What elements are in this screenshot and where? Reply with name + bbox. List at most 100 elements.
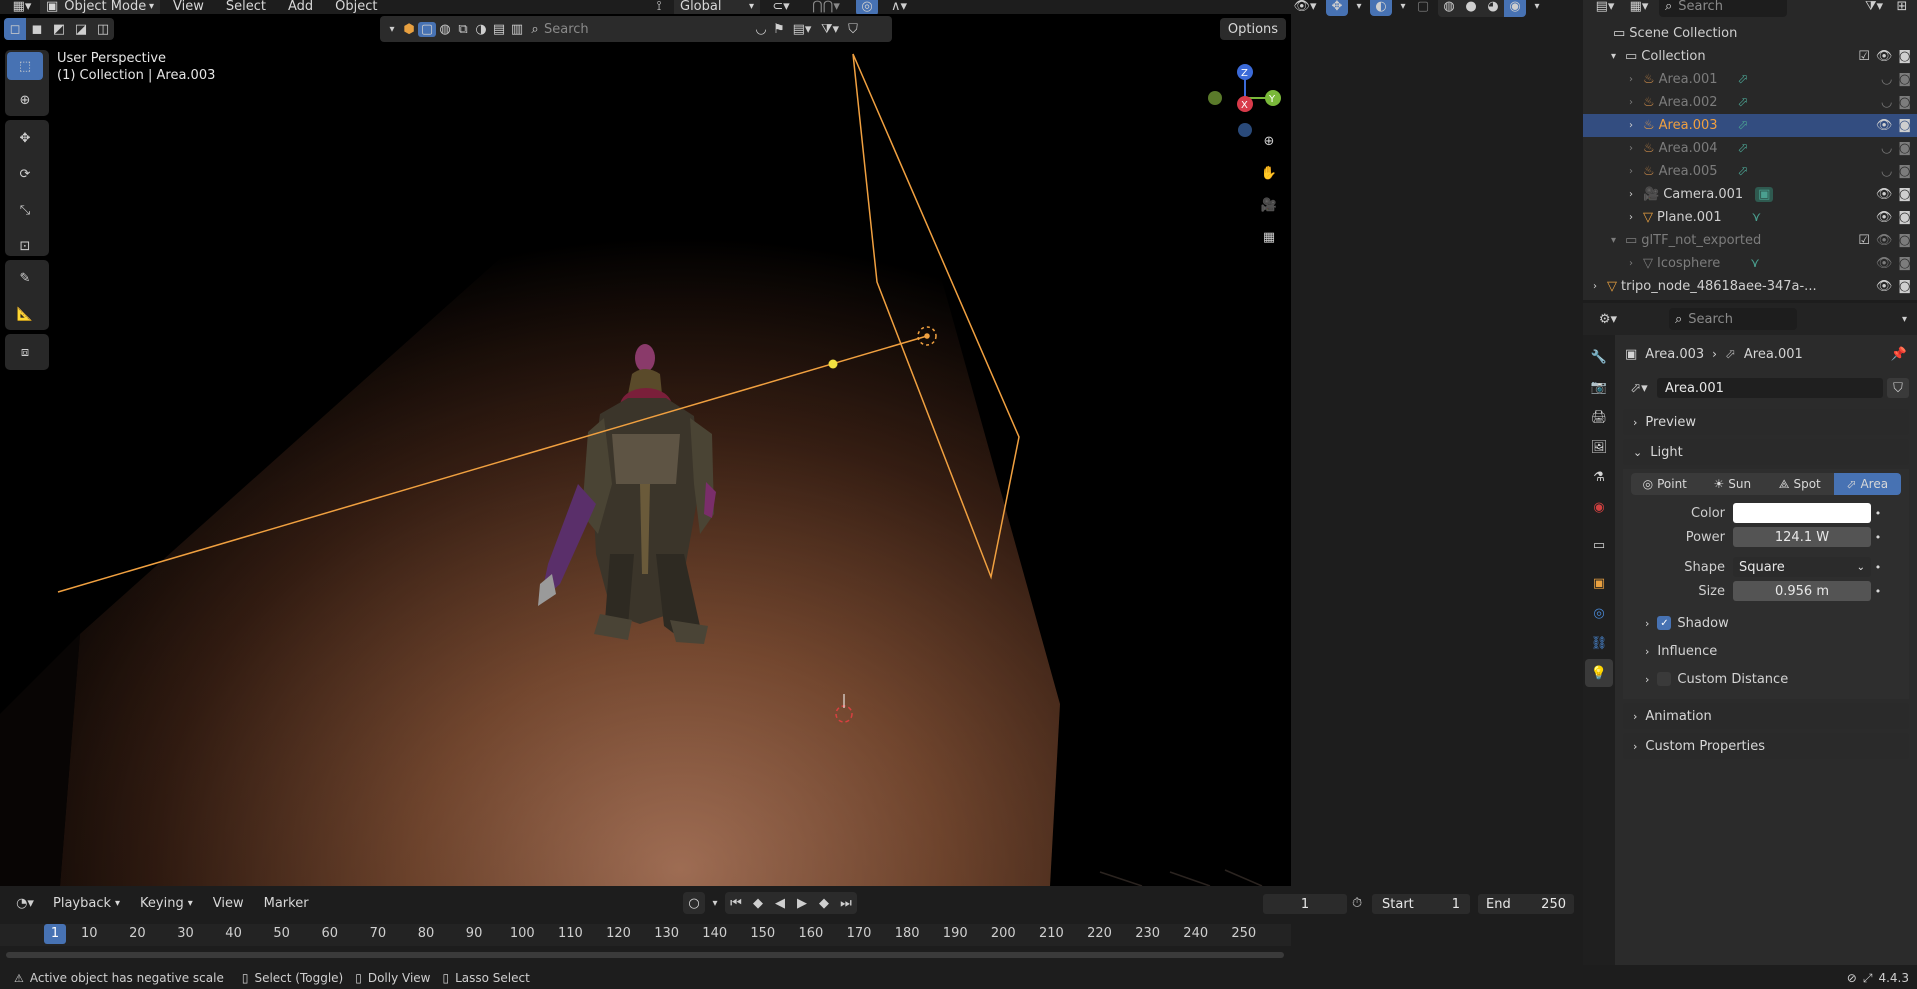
viewport-search-input[interactable]: Search: [544, 22, 752, 37]
light-type-sun[interactable]: ☀ Sun: [1698, 473, 1766, 495]
jump-start-icon[interactable]: ⏮: [725, 892, 747, 914]
physics-tab-icon[interactable]: ◎: [1585, 599, 1613, 627]
disclosure-icon[interactable]: ›: [1629, 212, 1643, 223]
material-shading-icon[interactable]: ◕: [1482, 0, 1504, 17]
camera-render-icon[interactable]: ◙: [1898, 187, 1911, 202]
falloff-icon[interactable]: ∧▾: [884, 0, 914, 14]
select-new-icon[interactable]: ◻: [4, 18, 26, 40]
camera-render-icon[interactable]: ◙: [1898, 233, 1911, 248]
light-target-handle[interactable]: [828, 359, 838, 369]
editor-type-icon[interactable]: ▦▾: [8, 0, 36, 14]
measure-tool-icon[interactable]: 📐: [5, 296, 45, 332]
next-keyframe-icon[interactable]: ◆: [813, 892, 835, 914]
custom-distance-subpanel[interactable]: › Custom Distance: [1623, 665, 1909, 693]
disclosure-icon[interactable]: ›: [1629, 143, 1643, 154]
eye-hidden-icon[interactable]: ◡: [1881, 72, 1892, 87]
add-cube-tool-icon[interactable]: ⧈: [5, 334, 45, 370]
mesh-filter-icon[interactable]: ▢: [418, 21, 436, 37]
display-mode-icon[interactable]: ▦▾: [1625, 0, 1653, 14]
transform-pivot-icon[interactable]: ⟟: [650, 0, 668, 14]
render-tab-icon[interactable]: 📷: [1585, 373, 1613, 401]
rendered-shading-icon[interactable]: ◉: [1504, 0, 1526, 17]
outliner-item-area-005[interactable]: › ♨ Area.005 ⬀ ◡ ◙: [1583, 160, 1917, 183]
light-type-spot[interactable]: ⟁ Spot: [1766, 473, 1834, 495]
select-intersect-icon[interactable]: ◫: [92, 18, 114, 40]
properties-search-input[interactable]: ⌕ Search: [1669, 308, 1797, 330]
disclosure-icon[interactable]: ›: [1629, 120, 1643, 131]
outliner-item-area-002[interactable]: › ♨ Area.002 ⬀ ◡ ◙: [1583, 91, 1917, 114]
disclosure-icon[interactable]: ›: [1629, 166, 1643, 177]
overlays-dropdown-icon[interactable]: ▾: [1398, 1, 1408, 12]
select-subtract-icon[interactable]: ◩: [48, 18, 70, 40]
magnet-icon[interactable]: ⋂⋂▾: [802, 0, 850, 14]
end-frame-field[interactable]: End 250: [1478, 894, 1574, 914]
camera-render-icon[interactable]: ◙: [1898, 279, 1911, 294]
outliner-item-icosphere[interactable]: › ▽ Icosphere ⋎ 👁 ◙: [1583, 252, 1917, 275]
world-filter-icon[interactable]: ◑: [472, 22, 490, 37]
tool-tab-icon[interactable]: 🔧: [1585, 343, 1613, 371]
outliner-item-gltf-not-exported[interactable]: ▾ ▭ glTF_not_exported ☑ 👁 ◙: [1583, 229, 1917, 252]
light-panel[interactable]: ⌄ Light: [1623, 439, 1909, 465]
filter-toggle-icon[interactable]: ◡: [752, 22, 770, 37]
playhead[interactable]: 1: [44, 924, 66, 944]
cursor-tool-icon[interactable]: ⊕: [5, 82, 45, 118]
chevron-down-icon[interactable]: ▾: [384, 24, 400, 35]
marker-menu[interactable]: Marker: [255, 892, 318, 914]
3d-viewport[interactable]: User Perspective (1) Collection | Area.0…: [0, 14, 1291, 886]
rotate-tool-icon[interactable]: ⟳: [5, 156, 45, 192]
gizmo-dropdown-icon[interactable]: ▾: [1354, 1, 1364, 12]
shape-dropdown[interactable]: Square ⌄: [1733, 557, 1871, 577]
checkbox-icon[interactable]: ☑: [1858, 233, 1870, 248]
object-tab-icon[interactable]: ▣: [1585, 569, 1613, 597]
output-tab-icon[interactable]: 🖨: [1585, 403, 1613, 431]
options-button[interactable]: Options: [1220, 18, 1286, 40]
move-tool-icon[interactable]: ✥: [5, 120, 45, 156]
camera-render-icon[interactable]: ◙: [1898, 256, 1911, 271]
display-mode-icon[interactable]: ▤▾: [788, 22, 816, 37]
xray-icon[interactable]: ▢: [1414, 0, 1432, 14]
solid-shading-icon[interactable]: ●: [1460, 0, 1482, 17]
camera-render-icon[interactable]: ◙: [1898, 210, 1911, 225]
outliner-item-tripo-node[interactable]: › ▽ tripo_node_48618aee-347a-... 👁 ◙: [1583, 275, 1917, 298]
select-box-tool-icon[interactable]: ⬚: [7, 52, 43, 80]
visibility-icon[interactable]: 👁▾: [1290, 0, 1320, 14]
datablock-name-field[interactable]: Area.001: [1657, 378, 1883, 398]
outliner-item-area-003[interactable]: › ♨ Area.003 ⬀ 👁 ◙: [1583, 114, 1917, 137]
timeline-view-menu[interactable]: View: [204, 892, 253, 914]
overlays-icon[interactable]: ◐: [1370, 0, 1392, 16]
sphere-filter-icon[interactable]: ◍: [436, 22, 454, 37]
wireframe-shading-icon[interactable]: ◍: [1438, 0, 1460, 17]
eye-icon[interactable]: 👁: [1876, 279, 1893, 294]
timeline-scrollbar[interactable]: [6, 952, 1284, 958]
checkbox-icon[interactable]: ☑: [1858, 49, 1870, 64]
outliner-search-input[interactable]: ⌕ Search: [1659, 0, 1787, 17]
disclosure-icon[interactable]: ›: [1629, 258, 1643, 269]
current-frame-field[interactable]: 1: [1263, 894, 1347, 914]
start-frame-field[interactable]: Start 1: [1372, 894, 1470, 914]
eye-icon[interactable]: 👁: [1876, 49, 1893, 64]
select-extend-icon[interactable]: ◼: [26, 18, 48, 40]
camera-view-icon[interactable]: 🎥: [1261, 192, 1277, 218]
disclosure-icon[interactable]: ›: [1593, 281, 1607, 292]
preview-panel[interactable]: › Preview: [1623, 409, 1909, 435]
outliner-item-area-001[interactable]: › ♨ Area.001 ⬀ ◡ ◙: [1583, 68, 1917, 91]
zoom-icon[interactable]: ⊕: [1264, 128, 1275, 154]
frame-ruler[interactable]: 1 10 20 30 40 50 60 70 80 90 100 110 120 130 140 150 16…: [0, 924, 1291, 946]
custom-distance-checkbox[interactable]: [1657, 672, 1672, 686]
influence-subpanel[interactable]: › Influence: [1623, 637, 1909, 665]
keyframe-dot-icon[interactable]: •: [1871, 585, 1885, 598]
custom-properties-panel[interactable]: › Custom Properties: [1623, 733, 1909, 759]
disclosure-icon[interactable]: ▾: [1611, 235, 1625, 246]
world-tab-icon[interactable]: ◉: [1585, 493, 1613, 521]
view-layer-tab-icon[interactable]: 🖼: [1585, 433, 1613, 461]
camera-render-icon[interactable]: ◙: [1898, 118, 1911, 133]
nodes-filter-icon[interactable]: ⧉: [454, 22, 472, 37]
constraints-tab-icon[interactable]: ⛓: [1585, 629, 1613, 657]
object-type-icon[interactable]: ⬢: [400, 22, 418, 37]
outliner-item-collection[interactable]: ▾ ▭ Collection ☑ 👁 ◙: [1583, 45, 1917, 68]
transform-tool-icon[interactable]: ⊡: [5, 228, 45, 264]
animation-panel[interactable]: › Animation: [1623, 703, 1909, 729]
light-type-area[interactable]: ⬀ Area: [1833, 473, 1901, 495]
chevron-down-icon[interactable]: ▾: [1902, 314, 1907, 325]
camera-render-icon[interactable]: ◙: [1898, 141, 1911, 156]
